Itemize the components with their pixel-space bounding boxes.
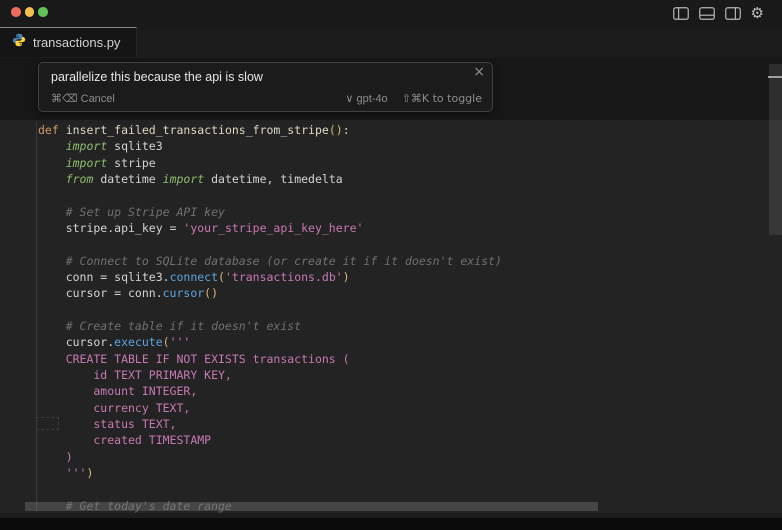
minimize-window-button[interactable]	[25, 7, 35, 17]
indent-guide	[36, 122, 37, 512]
code-line: conn = sqlite3.connect('transactions.db'…	[38, 269, 502, 285]
prompt-input[interactable]: parallelize this because the api is slow	[51, 70, 466, 84]
close-icon[interactable]: ×	[473, 65, 485, 79]
tab-label: transactions.py	[33, 35, 120, 50]
titlebar-actions: ⚙	[673, 4, 764, 22]
code-line: def insert_failed_transactions_from_stri…	[38, 122, 502, 138]
chevron-down-icon: ∨	[345, 92, 353, 105]
inline-ai-prompt: parallelize this because the api is slow…	[38, 62, 493, 112]
code-line: )	[38, 449, 502, 465]
settings-gear-icon[interactable]: ⚙	[751, 6, 764, 21]
code-line: CREATE TABLE IF NOT EXISTS transactions …	[38, 351, 502, 367]
model-selector[interactable]: ∨ gpt-4o	[345, 92, 387, 105]
cancel-shortcut: ⌘⌫	[51, 92, 78, 105]
toggle-hint: ⇧⌘K to toggle	[402, 92, 482, 105]
code-line: ''')	[38, 465, 502, 481]
tab-bar: transactions.py	[0, 27, 782, 58]
code-line: from datetime import datetime, timedelta	[38, 171, 502, 187]
cancel-label: Cancel	[81, 93, 115, 105]
close-window-button[interactable]	[11, 7, 21, 17]
code-line: stripe.api_key = 'your_stripe_api_key_he…	[38, 220, 502, 236]
titlebar: ⚙	[0, 0, 782, 27]
code-line: # Connect to SQLite database (or create …	[38, 253, 502, 269]
code-line: created TIMESTAMP	[38, 432, 502, 448]
traffic-lights	[11, 7, 48, 17]
python-icon	[12, 33, 26, 52]
code-line: cursor = conn.cursor()	[38, 285, 502, 301]
code-line: id TEXT PRIMARY KEY,	[38, 367, 502, 383]
tab-transactions-py[interactable]: transactions.py	[0, 27, 137, 57]
code-line: # Create table if it doesn't exist	[38, 318, 502, 334]
code-line: cursor.execute('''	[38, 334, 502, 350]
panel-bottom-icon[interactable]	[699, 7, 715, 20]
code-line	[38, 302, 502, 318]
code-line: status TEXT,	[38, 416, 502, 432]
code-content: def insert_failed_transactions_from_stri…	[38, 122, 502, 513]
code-line: import stripe	[38, 155, 502, 171]
scrollbar-thumb[interactable]	[769, 64, 782, 235]
code-line: currency TEXT,	[38, 400, 502, 416]
code-editor[interactable]: parallelize this because the api is slow…	[0, 58, 782, 513]
code-line: # Set up Stripe API key	[38, 204, 502, 220]
horizontal-scrollbar[interactable]	[25, 502, 598, 511]
selection-marker	[36, 417, 59, 430]
vertical-scrollbar[interactable]	[768, 58, 782, 513]
prompt-footer: ⌘⌫ Cancel ∨ gpt-4o ⇧⌘K to toggle	[51, 92, 482, 105]
code-line	[38, 481, 502, 497]
zoom-window-button[interactable]	[38, 7, 48, 17]
split-left-icon[interactable]	[673, 7, 689, 20]
code-line: import sqlite3	[38, 138, 502, 154]
overview-ruler-marker	[768, 76, 782, 78]
code-line: amount INTEGER,	[38, 383, 502, 399]
window-bottom-edge	[0, 513, 782, 518]
model-name: gpt-4o	[356, 93, 387, 105]
code-line	[38, 187, 502, 203]
split-right-icon[interactable]	[725, 7, 741, 20]
code-line	[38, 236, 502, 252]
editor-window: ⚙ transactions.py parallelize this becau…	[0, 0, 782, 530]
cancel-button[interactable]: ⌘⌫ Cancel	[51, 92, 115, 105]
